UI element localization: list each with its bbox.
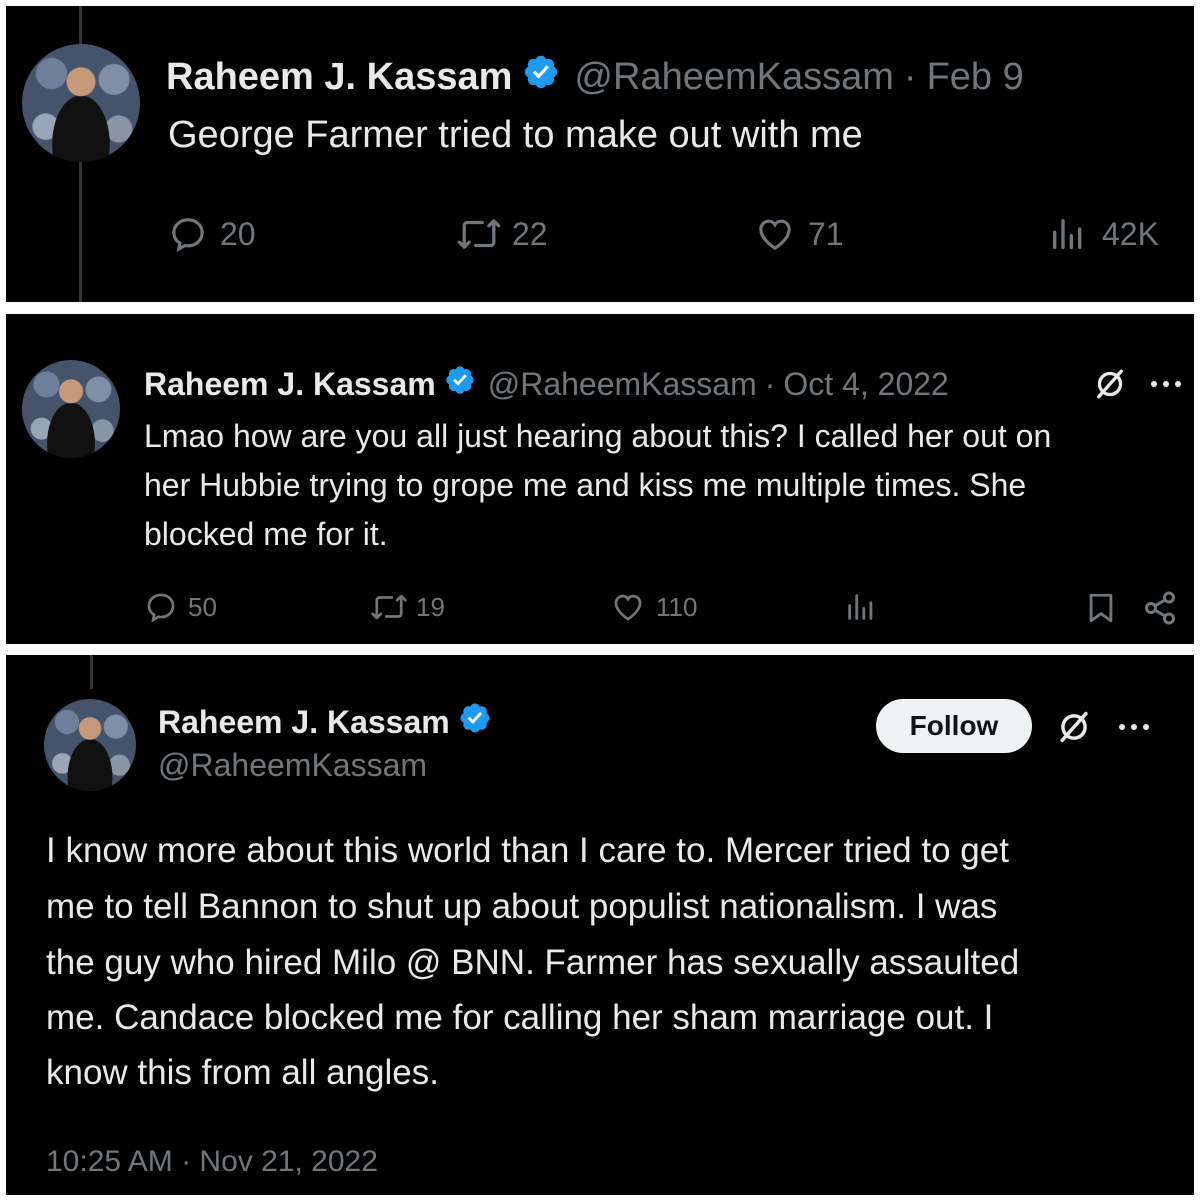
views-count: 42K — [1102, 215, 1159, 252]
verified-badge-icon — [522, 53, 560, 101]
like-count: 71 — [808, 215, 844, 252]
tweet-timestamp[interactable]: 10:25 AM · Nov 21, 2022 — [46, 1145, 378, 1179]
views-action[interactable]: 42K — [1048, 214, 1159, 254]
tweet-text-line: her Hubbie trying to grope me and kiss m… — [144, 467, 1027, 503]
author-name[interactable]: Raheem J. Kassam — [166, 56, 512, 99]
author-name[interactable]: Raheem J. Kassam — [144, 366, 436, 403]
views-chart-icon — [1053, 219, 1082, 249]
separator-dot: · — [764, 365, 776, 402]
author-handle[interactable]: @RaheemKassam — [574, 56, 893, 99]
views-chart-icon — [848, 594, 873, 620]
tweet-date[interactable]: Feb 9 — [927, 56, 1024, 99]
tweet-text-line: Lmao how are you all just hearing about … — [144, 418, 1052, 454]
retweet-count: 19 — [416, 591, 445, 622]
author-name[interactable]: Raheem J. Kassam — [158, 704, 450, 741]
retweet-icon — [371, 594, 407, 620]
like-action[interactable]: 71 — [754, 214, 844, 254]
tweet-text-line: blocked me for it. — [144, 516, 388, 552]
author-handle[interactable]: @RaheemKassam — [158, 747, 427, 784]
reply-action[interactable]: 20 — [168, 214, 256, 254]
like-action[interactable]: 110 — [610, 590, 697, 624]
reply-icon — [172, 218, 204, 253]
tweet-text: George Farmer tried to make out with me — [168, 114, 863, 156]
verified-badge-icon — [458, 701, 492, 743]
share-action[interactable] — [1142, 590, 1178, 626]
reply-count: 50 — [188, 591, 217, 622]
bookmark-icon — [1089, 593, 1113, 623]
separator-dot: · — [903, 55, 917, 98]
retweet-action[interactable]: 19 — [370, 590, 445, 624]
tweet-card-1[interactable]: Raheem J. Kassam @RaheemKassam · Feb 9 G… — [6, 6, 1194, 302]
grok-slash-icon[interactable] — [1090, 364, 1130, 404]
heart-icon — [614, 594, 642, 621]
heart-icon — [759, 219, 791, 251]
thread-line — [90, 655, 93, 689]
avatar[interactable] — [44, 699, 136, 791]
tweet-text-line: me to tell Bannon to shut up about popul… — [46, 887, 998, 926]
tweet-text-line: know this from all angles. — [46, 1053, 439, 1092]
reply-count: 20 — [220, 215, 256, 252]
author-handle[interactable]: @RaheemKassam — [488, 366, 757, 403]
reply-action[interactable]: 50 — [144, 590, 217, 624]
tweet-card-2[interactable]: Raheem J. Kassam @RaheemKassam · Oct 4, … — [6, 314, 1194, 644]
more-options-icon[interactable] — [1146, 364, 1186, 404]
avatar[interactable] — [22, 360, 120, 458]
tweet-text-line: I know more about this world than I care… — [46, 831, 1009, 870]
tweet-text-line: the guy who hired Milo @ BNN. Farmer has… — [46, 943, 1020, 982]
reply-icon — [147, 593, 175, 623]
more-options-icon[interactable] — [1112, 705, 1156, 749]
retweet-action[interactable]: 22 — [456, 214, 548, 254]
verified-badge-icon — [444, 364, 476, 404]
retweet-count: 22 — [512, 215, 548, 252]
avatar[interactable] — [22, 44, 140, 162]
tweet-text-line: me. Candace blocked me for calling her s… — [46, 998, 994, 1037]
grok-slash-icon[interactable] — [1052, 705, 1096, 749]
follow-button[interactable]: Follow — [876, 699, 1032, 753]
views-action[interactable] — [844, 590, 878, 624]
tweet-card-3[interactable]: Raheem J. Kassam @RaheemKassam Follow I … — [6, 655, 1194, 1195]
tweet-date[interactable]: Oct 4, 2022 — [783, 366, 948, 403]
bookmark-action[interactable] — [1084, 590, 1118, 626]
like-count: 110 — [656, 591, 698, 622]
share-icon — [1145, 591, 1175, 625]
retweet-icon — [457, 219, 501, 249]
